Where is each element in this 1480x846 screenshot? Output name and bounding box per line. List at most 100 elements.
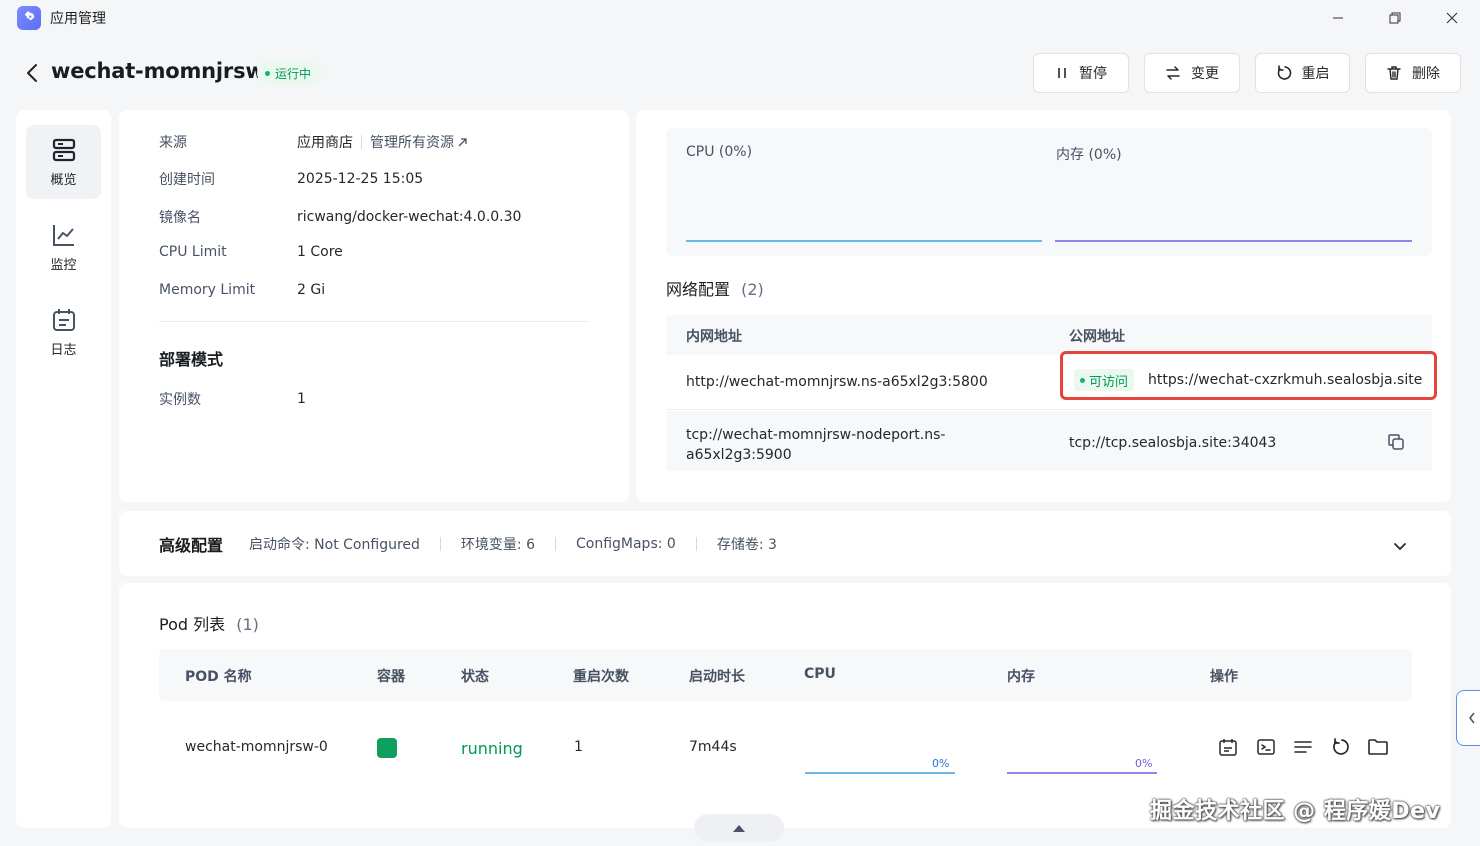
bottom-drawer-handle[interactable] <box>694 814 784 842</box>
pod-list-title-text: Pod 列表 <box>159 615 226 634</box>
source-value: 应用商店 <box>297 135 353 151</box>
col-container: 容器 <box>377 669 405 685</box>
memory-usage-bar <box>1007 772 1157 774</box>
restart-button[interactable]: 重启 <box>1255 53 1350 93</box>
col-memory: 内存 <box>1007 669 1035 685</box>
caret-up-icon <box>733 825 745 832</box>
delete-label: 删除 <box>1412 66 1440 82</box>
pod-uptime: 7m44s <box>689 739 737 755</box>
divider <box>554 536 556 551</box>
chevron-left-icon <box>1468 712 1475 724</box>
monitor-network-panel: CPU (0%) 内存 (0%) 网络配置 (2) 内网地址 公网地址 http… <box>636 110 1451 502</box>
cpu-monitor-label: CPU (0%) <box>686 144 753 160</box>
network-table-header: 内网地址 公网地址 <box>666 315 1432 355</box>
terminal-icon[interactable] <box>1254 735 1278 759</box>
private-address-line: tcp://wechat-momnjrsw-nodeport.ns- <box>686 427 946 443</box>
nav-monitor-label: 监控 <box>50 257 77 273</box>
window-title: 应用管理 <box>50 11 106 27</box>
basic-info-panel: 来源 应用商店 管理所有资源 创建时间 2025-12-25 15:05 镜像名… <box>119 110 629 502</box>
col-public-address: 公网地址 <box>1069 329 1125 345</box>
manage-resources-link[interactable]: 管理所有资源 <box>370 132 468 152</box>
image-label: 镜像名 <box>159 210 201 226</box>
external-link-icon <box>458 137 467 146</box>
info-replicas-row: 实例数 1 <box>159 389 306 409</box>
restart-icon <box>1277 65 1291 80</box>
advanced-config-panel[interactable]: 高级配置 启动命令: Not Configured 环境变量: 6 Config… <box>119 511 1451 576</box>
deploy-mode-title: 部署模式 <box>159 350 224 369</box>
private-address[interactable]: http://wechat-momnjrsw.ns-a65xl2g3:5800 <box>686 374 988 390</box>
cpu-usage-bar <box>805 772 955 774</box>
cpu-limit-label: CPU Limit <box>159 244 227 260</box>
container-indicator[interactable] <box>377 738 397 758</box>
divider <box>439 536 441 551</box>
private-address-line: a65xl2g3:5900 <box>686 447 792 463</box>
memory-monitor-label: 内存 (0%) <box>1056 147 1122 163</box>
network-title-text: 网络配置 <box>666 280 731 299</box>
pod-table-header: POD 名称 容器 状态 重启次数 启动时长 CPU 内存 操作 <box>159 649 1412 701</box>
configmaps: ConfigMaps: 0 <box>575 535 676 552</box>
close-window-button[interactable] <box>1436 6 1468 30</box>
restart-label: 重启 <box>1301 66 1330 82</box>
status-dot <box>265 70 270 76</box>
restart-pod-icon[interactable] <box>1329 735 1353 759</box>
col-private-address: 内网地址 <box>686 329 742 345</box>
start-command: 启动命令: Not Configured <box>249 536 420 553</box>
memory-limit-value: 2 Gi <box>297 282 326 298</box>
folder-icon[interactable] <box>1366 735 1390 759</box>
memory-usage-value: 0% <box>1135 757 1153 770</box>
title-bar: 应用管理 <box>0 0 1480 36</box>
nav-overview-label: 概览 <box>50 172 77 188</box>
col-status: 状态 <box>461 669 489 685</box>
storage-volumes: 存储卷: 3 <box>716 536 777 553</box>
info-memory-row: Memory Limit 2 Gi <box>159 282 325 298</box>
nav-logs[interactable]: 日志 <box>26 295 101 369</box>
pause-label: 暂停 <box>1079 66 1107 82</box>
app-name: wechat-momnjrsw <box>51 59 265 83</box>
env-vars: 环境变量: 6 <box>460 536 535 553</box>
copy-icon[interactable] <box>1387 433 1405 455</box>
network-title: 网络配置 (2) <box>666 276 764 300</box>
advanced-config-title: 高级配置 <box>159 535 224 555</box>
pod-count: (1) <box>236 615 259 634</box>
sidebar: 概览 监控 日志 <box>16 110 111 828</box>
pod-list-title: Pod 列表 (1) <box>159 611 259 635</box>
info-image-row: 镜像名 ricwang/docker-wechat:4.0.0.30 <box>159 207 521 227</box>
memory-limit-label: Memory Limit <box>159 282 256 298</box>
private-address[interactable]: tcp://wechat-momnjrsw-nodeport.ns- a65xl… <box>686 425 945 465</box>
minimize-button[interactable] <box>1322 6 1354 30</box>
calendar-log-icon <box>52 308 75 331</box>
back-arrow-icon[interactable] <box>22 62 42 84</box>
public-address-link[interactable]: tcp://tcp.sealosbja.site:34043 <box>1069 435 1276 451</box>
pod-restarts: 1 <box>574 739 583 755</box>
trash-icon <box>1387 66 1401 80</box>
pod-list-panel: Pod 列表 (1) POD 名称 容器 状态 重启次数 启动时长 CPU 内存… <box>119 583 1451 828</box>
restore-button[interactable] <box>1379 6 1411 30</box>
pause-icon <box>1058 68 1066 78</box>
swap-icon <box>1166 66 1180 80</box>
chart-line-icon <box>52 224 74 246</box>
info-cpu-row: CPU Limit 1 Core <box>159 244 343 260</box>
monitor-box: CPU (0%) 内存 (0%) <box>666 128 1432 256</box>
pod-name: wechat-momnjrsw-0 <box>185 739 328 755</box>
info-created-row: 创建时间 2025-12-25 15:05 <box>159 169 423 189</box>
nav-overview[interactable]: 概览 <box>26 125 101 199</box>
col-uptime: 启动时长 <box>689 669 745 685</box>
network-row: tcp://wechat-momnjrsw-nodeport.ns- a65xl… <box>666 411 1432 471</box>
change-button[interactable]: 变更 <box>1144 53 1240 93</box>
rocket-icon <box>17 6 41 30</box>
source-label: 来源 <box>159 135 187 151</box>
nav-logs-label: 日志 <box>50 342 77 358</box>
logs-icon[interactable] <box>1216 735 1240 759</box>
watermark: 掘金技术社区 @ 程序媛Dev <box>1150 799 1441 824</box>
pause-button[interactable]: 暂停 <box>1033 53 1129 93</box>
replicas-value: 1 <box>297 391 306 407</box>
chevron-down-icon[interactable] <box>1393 537 1407 556</box>
side-panel-toggle[interactable] <box>1456 690 1480 746</box>
delete-button[interactable]: 删除 <box>1365 53 1461 93</box>
cpu-usage-line <box>686 240 1042 242</box>
divider <box>695 536 697 551</box>
status-badge: 运行中 <box>257 61 322 85</box>
nav-monitor[interactable]: 监控 <box>26 210 101 284</box>
details-list-icon[interactable] <box>1291 735 1315 759</box>
cpu-usage-value: 0% <box>932 757 950 770</box>
